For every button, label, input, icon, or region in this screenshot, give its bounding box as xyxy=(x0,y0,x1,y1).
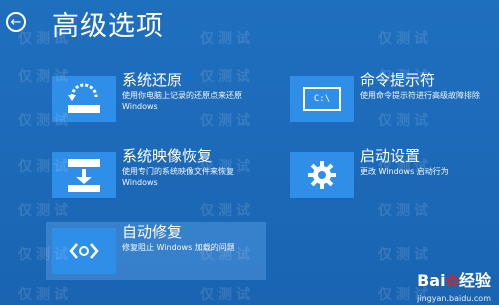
watermark: 仅测试 xyxy=(18,203,72,219)
option-command-prompt[interactable]: C:\ 命令提示符 使用命令提示符进行高级故障排除 xyxy=(290,71,480,122)
option-startup-settings[interactable]: 启动设置 更改 Windows 启动行为 xyxy=(290,147,449,198)
terminal-icon: C:\ xyxy=(303,87,341,111)
baidu-url: jingyan.baidu.com xyxy=(417,294,491,303)
system-image-icon xyxy=(52,152,116,198)
watermark: 仅测试 xyxy=(378,31,432,47)
baidu-logo: Bai✿经验 xyxy=(417,267,491,291)
back-button[interactable]: ← xyxy=(6,12,26,32)
page-title: 高级选项 xyxy=(52,11,164,42)
option-desc: Windows xyxy=(122,102,158,111)
option-system-restore[interactable]: 系统还原 使用你电脑上记录的还原点来还原 Windows xyxy=(52,71,242,122)
watermark: 仅测试 xyxy=(378,203,432,219)
system-restore-icon xyxy=(52,76,116,122)
baidu-logo-text2: 经验 xyxy=(458,271,491,290)
option-title: 系统映像恢复 xyxy=(122,147,213,165)
option-desc: 使用你电脑上记录的还原点来还原 xyxy=(122,91,242,100)
option-desc: 修复阻止 Windows 加载的问题 xyxy=(122,243,235,252)
option-title: 系统还原 xyxy=(122,71,183,89)
watermark: 仅测试 xyxy=(18,287,72,303)
option-title: 命令提示符 xyxy=(360,71,436,89)
repair-icon xyxy=(52,228,116,274)
option-desc: 更改 Windows 启动行为 xyxy=(360,167,449,176)
option-desc: Windows xyxy=(122,178,158,187)
paw-icon: ✿ xyxy=(445,271,459,290)
option-system-image-recovery[interactable]: 系统映像恢复 使用专门的系统映像文件来恢复 Windows xyxy=(52,147,234,198)
watermark: 仅测试 xyxy=(200,287,254,303)
watermark: 仅测试 xyxy=(200,31,254,47)
option-automatic-repair[interactable]: 自动修复 修复阻止 Windows 加载的问题 xyxy=(46,222,266,280)
option-desc: 使用命令提示符进行高级故障排除 xyxy=(360,91,480,100)
command-prompt-icon: C:\ xyxy=(290,76,354,122)
baidu-logo-text: Bai xyxy=(417,271,446,290)
option-desc: 使用专门的系统映像文件来恢复 xyxy=(122,167,234,176)
watermark: 仅测试 xyxy=(378,247,432,263)
gear-icon xyxy=(290,152,354,198)
watermark: 仅测试 xyxy=(200,203,254,219)
option-title: 自动修复 xyxy=(122,223,183,241)
back-arrow-icon: ← xyxy=(10,14,22,30)
option-title: 启动设置 xyxy=(360,147,421,165)
